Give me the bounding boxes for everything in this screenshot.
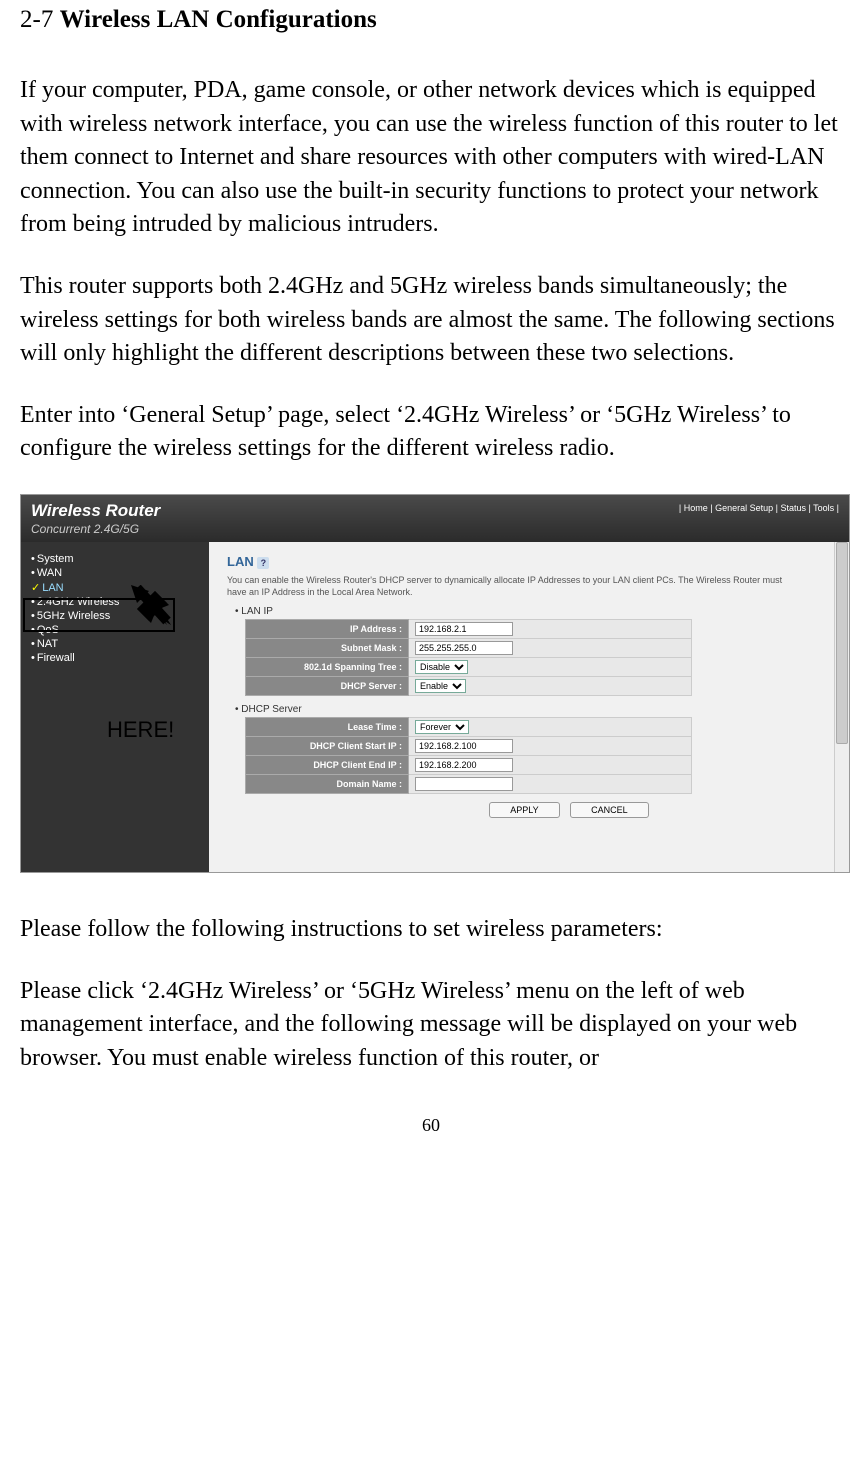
- sidebar-item-qos[interactable]: •QoS: [21, 623, 209, 637]
- dhcp-table: Lease Time : Forever DHCP Client Start I…: [245, 717, 692, 794]
- bullet-icon: •: [31, 553, 35, 565]
- bullet-icon: •: [31, 624, 35, 636]
- spanning-label: 802.1d Spanning Tree :: [246, 658, 409, 677]
- page-number: 60: [20, 1115, 842, 1136]
- sidebar-item-nat[interactable]: •NAT: [21, 637, 209, 651]
- start-ip-input[interactable]: [415, 739, 513, 753]
- router-subtitle: Concurrent 2.4G/5G: [31, 522, 160, 536]
- document-page: 2-7 Wireless LAN Configurations If your …: [0, 0, 862, 1156]
- sidebar-label: System: [37, 553, 74, 565]
- paragraph-4: Please follow the following instructions…: [20, 913, 842, 947]
- help-icon[interactable]: ?: [257, 557, 269, 569]
- sidebar-label: 2.4GHz Wireless: [37, 596, 120, 608]
- sidebar-label: QoS: [37, 624, 59, 636]
- bullet-icon: •: [31, 567, 35, 579]
- cancel-button[interactable]: CANCEL: [570, 802, 649, 818]
- scroll-thumb[interactable]: [836, 542, 848, 744]
- bullet-icon: •: [31, 596, 35, 608]
- sidebar-item-24ghz[interactable]: •2.4GHz Wireless: [21, 595, 209, 609]
- arrow-icon: [131, 585, 171, 625]
- bullet-icon: •: [31, 638, 35, 650]
- end-ip-input[interactable]: [415, 758, 513, 772]
- content-title: LAN: [227, 554, 254, 569]
- router-header: Wireless Router Concurrent 2.4G/5G | Hom…: [21, 495, 849, 542]
- paragraph-1: If your computer, PDA, game console, or …: [20, 74, 842, 242]
- sidebar-item-system[interactable]: •System: [21, 552, 209, 566]
- sidebar-item-5ghz[interactable]: •5GHz Wireless: [21, 609, 209, 623]
- ip-address-label: IP Address :: [246, 620, 409, 639]
- sidebar-item-lan[interactable]: ✓LAN: [21, 580, 209, 595]
- spanning-select[interactable]: Disable: [415, 660, 468, 674]
- content-title-row: LAN ?: [227, 554, 831, 569]
- here-label: HERE!: [107, 717, 174, 743]
- router-screenshot: Wireless Router Concurrent 2.4G/5G | Hom…: [20, 494, 850, 873]
- button-row: APPLY CANCEL: [307, 802, 831, 818]
- bullet-icon: •: [31, 652, 35, 664]
- lan-ip-table: IP Address : Subnet Mask : 802.1d Spanni…: [245, 619, 692, 696]
- sidebar-label: LAN: [42, 582, 63, 594]
- apply-button[interactable]: APPLY: [489, 802, 559, 818]
- dhcp-server-select[interactable]: Enable: [415, 679, 466, 693]
- lease-label: Lease Time :: [246, 718, 409, 737]
- heading-prefix: 2-7: [20, 6, 60, 33]
- domain-input[interactable]: [415, 777, 513, 791]
- dhcp-section-label: • DHCP Server: [235, 704, 831, 715]
- bullet-icon: ✓: [31, 582, 40, 594]
- section-heading: 2-7 Wireless LAN Configurations: [20, 6, 842, 34]
- content-panel: LAN ? You can enable the Wireless Router…: [209, 542, 849, 872]
- router-title-block: Wireless Router Concurrent 2.4G/5G: [31, 501, 160, 536]
- router-title: Wireless Router: [31, 501, 160, 521]
- end-ip-label: DHCP Client End IP :: [246, 756, 409, 775]
- lan-ip-section-label: • LAN IP: [235, 606, 831, 617]
- lease-select[interactable]: Forever: [415, 720, 469, 734]
- sidebar-item-wan[interactable]: •WAN: [21, 566, 209, 580]
- start-ip-label: DHCP Client Start IP :: [246, 737, 409, 756]
- sidebar: •System •WAN ✓LAN •2.4GHz Wireless •5GHz…: [21, 542, 209, 872]
- domain-label: Domain Name :: [246, 775, 409, 794]
- scrollbar[interactable]: [834, 542, 849, 872]
- sidebar-label: Firewall: [37, 652, 75, 664]
- sidebar-label: WAN: [37, 567, 62, 579]
- heading-title: Wireless LAN Configurations: [60, 6, 377, 33]
- paragraph-2: This router supports both 2.4GHz and 5GH…: [20, 270, 842, 371]
- subnet-input[interactable]: [415, 641, 513, 655]
- content-desc: You can enable the Wireless Router's DHC…: [227, 575, 787, 598]
- dhcp-server-label: DHCP Server :: [246, 677, 409, 696]
- ip-address-input[interactable]: [415, 622, 513, 636]
- sidebar-label: NAT: [37, 638, 58, 650]
- paragraph-5: Please click ‘2.4GHz Wireless’ or ‘5GHz …: [20, 975, 842, 1076]
- paragraph-3: Enter into ‘General Setup’ page, select …: [20, 399, 842, 466]
- bullet-icon: •: [31, 610, 35, 622]
- sidebar-label: 5GHz Wireless: [37, 610, 110, 622]
- sidebar-item-firewall[interactable]: •Firewall: [21, 651, 209, 665]
- subnet-label: Subnet Mask :: [246, 639, 409, 658]
- router-top-nav[interactable]: | Home | General Setup | Status | Tools …: [679, 503, 839, 513]
